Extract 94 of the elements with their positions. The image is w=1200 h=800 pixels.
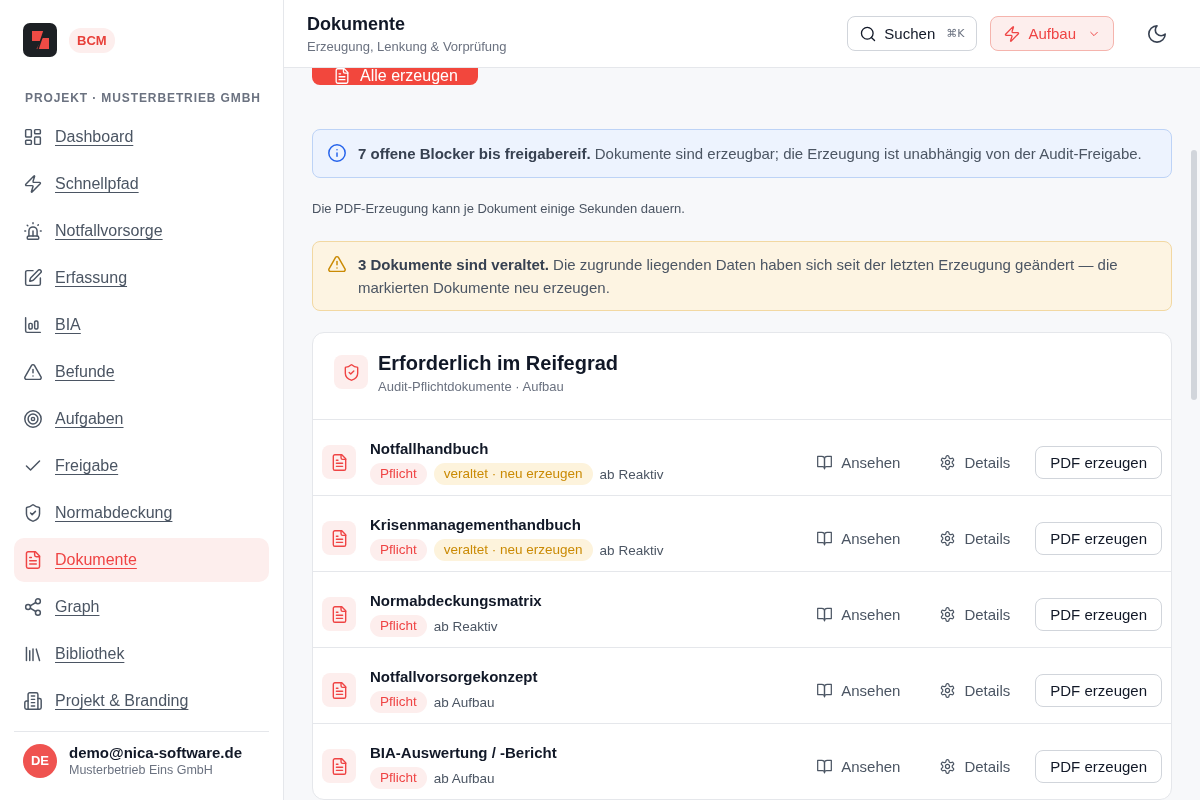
view-button[interactable]: Ansehen	[797, 599, 921, 629]
book-icon	[817, 530, 833, 546]
settings-icon	[940, 758, 956, 774]
document-icon	[322, 445, 356, 479]
hint-text: Die PDF-Erzeugung kann je Dokument einige Sekunden dauern.	[312, 200, 686, 218]
availability-text: ab Reaktiv	[433, 618, 498, 634]
book-icon	[817, 606, 833, 622]
required-badge: Pflicht	[370, 767, 427, 789]
user-avatar: DE	[23, 743, 57, 778]
view-button[interactable]: Ansehen	[797, 523, 921, 553]
target-icon	[24, 410, 42, 428]
nav-link[interactable]: Schnellpfad	[14, 162, 269, 206]
outdated-badge: veraltet · neu erzeugen	[433, 539, 593, 561]
availability-text: ab Reaktiv	[599, 466, 664, 482]
settings-icon	[940, 530, 956, 546]
generate-pdf-button[interactable]: PDF erzeugen	[1035, 597, 1162, 631]
books-icon	[24, 645, 42, 663]
warning-text: 3 Dokumente sind veraltet. Die zugrunde liegenden Daten haben sich seit der letzten Erzeugung geändert — die markierten Dokumente neu erzeugen.	[358, 255, 1119, 298]
book-icon	[817, 758, 833, 774]
details-button[interactable]: Details	[920, 751, 1031, 781]
outdated-badge: veraltet · neu erzeugen	[433, 463, 593, 485]
search-button[interactable]: Suchen ⌘K	[847, 16, 978, 51]
nav-link[interactable]: Dashboard	[14, 115, 269, 159]
availability-text: ab Reaktiv	[599, 542, 664, 558]
document-title: Krisenmanagementhandbuch	[370, 515, 582, 535]
document-icon	[24, 551, 42, 569]
search-icon	[860, 25, 877, 42]
warning-icon	[24, 363, 42, 381]
warning-icon	[328, 255, 346, 273]
nav-link[interactable]: Bibliothek	[14, 632, 269, 676]
lightning-icon	[24, 175, 42, 193]
document-title: Notfallvorsorgekonzept	[370, 667, 539, 687]
nav-link[interactable]: Freigabe	[14, 444, 269, 488]
required-badge: Pflicht	[370, 691, 427, 713]
details-button[interactable]: Details	[920, 523, 1031, 553]
bar-chart-icon	[24, 316, 42, 334]
generate-pdf-button[interactable]: PDF erzeugen	[1035, 445, 1162, 479]
book-icon	[817, 454, 833, 470]
scrollbar-thumb[interactable]	[1191, 150, 1197, 400]
availability-text: ab Aufbau	[433, 770, 495, 786]
nav-link[interactable]: Erfassung	[14, 256, 269, 300]
document-title: Notfallhandbuch	[370, 439, 490, 459]
document-icon	[322, 521, 356, 555]
document-title: Normabdeckungsmatrix	[370, 591, 543, 611]
document-title: BIA-Auswertung / -Bericht	[370, 743, 558, 763]
details-button[interactable]: Details	[920, 675, 1031, 705]
page-subtitle: Erzeugung, Lenkung & Vorprüfung	[307, 37, 507, 55]
info-icon	[328, 144, 346, 162]
moon-icon[interactable]	[1147, 23, 1167, 44]
siren-icon	[24, 222, 42, 240]
settings-icon	[940, 454, 956, 470]
settings-icon	[940, 682, 956, 698]
organization-name: Musterbetrieb Eins GmbH	[69, 762, 214, 778]
shield-check-icon	[334, 355, 368, 389]
shortcut-hint: ⌘K	[946, 27, 965, 40]
card-title: Erforderlich im Reifegrad	[378, 351, 619, 375]
page-title: Dokumente	[307, 12, 406, 35]
availability-text: ab Aufbau	[433, 694, 495, 710]
share-icon	[24, 598, 42, 616]
nav-link[interactable]: Notfallvorsorge	[14, 209, 269, 253]
required-badge: Pflicht	[370, 539, 427, 561]
grid-icon	[24, 128, 42, 146]
required-badge: Pflicht	[370, 615, 427, 637]
card-subtitle: Audit-Pflichtdokumente · Aufbau	[378, 378, 565, 396]
nav-link[interactable]: Graph	[14, 585, 269, 629]
generate-pdf-button[interactable]: PDF erzeugen	[1035, 673, 1162, 707]
details-button[interactable]: Details	[920, 599, 1031, 629]
view-button[interactable]: Ansehen	[797, 447, 921, 477]
book-icon	[817, 682, 833, 698]
document-icon	[322, 673, 356, 707]
lightning-icon	[1004, 25, 1021, 42]
nav-link[interactable]: Befunde	[14, 350, 269, 394]
generate-pdf-button[interactable]: PDF erzeugen	[1035, 521, 1162, 555]
view-button[interactable]: Ansehen	[797, 675, 921, 705]
nav-link[interactable]: Projekt & Branding	[14, 679, 269, 723]
details-button[interactable]: Details	[920, 447, 1031, 477]
user-email: demo@nica-software.de	[69, 743, 242, 762]
logo-icon	[23, 23, 57, 57]
nav-link[interactable]: Normabdeckung	[14, 491, 269, 535]
info-text: 7 offene Blocker bis freigabereif. Dokumente sind erzeugbar; die Erzeugung ist unabhängig von der Audit-Freigabe.	[358, 144, 1142, 164]
product-badge: BCM	[69, 27, 115, 53]
document-icon	[322, 597, 356, 631]
generate-pdf-button[interactable]: PDF erzeugen	[1035, 749, 1162, 783]
document-icon	[322, 749, 356, 783]
project-label: PROJEKT · MUSTERBETRIEB GMBH	[24, 90, 262, 106]
view-button[interactable]: Ansehen	[797, 751, 921, 781]
nav-link[interactable]: Aufgaben	[14, 397, 269, 441]
edit-icon	[24, 269, 42, 287]
settings-icon	[940, 606, 956, 622]
shield-check-icon	[24, 504, 42, 522]
building-icon	[24, 692, 42, 710]
generate-all-button[interactable]: Alle erzeugen	[312, 68, 478, 85]
nav-link[interactable]: BIA	[14, 303, 269, 347]
required-badge: Pflicht	[370, 463, 427, 485]
